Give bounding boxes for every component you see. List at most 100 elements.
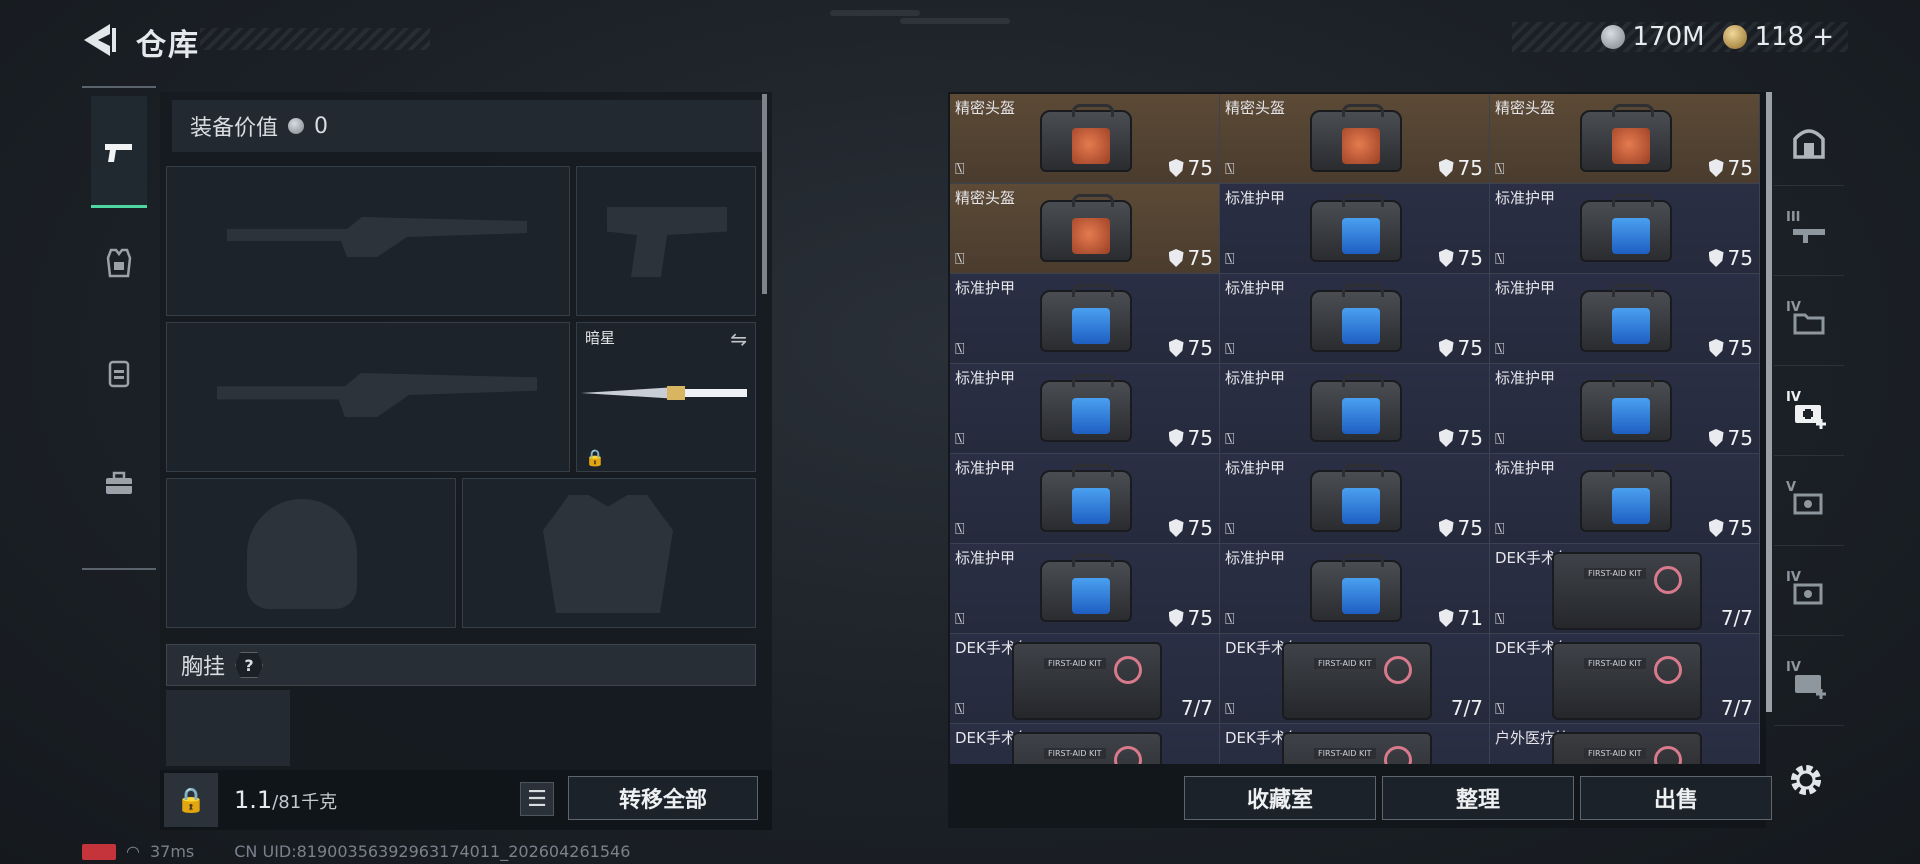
list-view-button[interactable]: ☰	[520, 782, 554, 816]
storage-item-medbox[interactable]: 户外医疗箱	[1490, 724, 1760, 764]
storage-scrollbar[interactable]	[1766, 92, 1772, 712]
durability-value: 75	[1187, 426, 1213, 450]
storage-item-helmet[interactable]: 精密头盔 ⍂ 75	[950, 184, 1220, 274]
storage-item-armor[interactable]: 标准护甲 ⍂ 71	[1220, 544, 1490, 634]
storage-item-armor[interactable]: 标准护甲 ⍂ 75	[950, 544, 1220, 634]
rifle-silhouette-icon	[227, 217, 527, 257]
shield-icon	[1168, 519, 1184, 537]
durability-value: 75	[1727, 516, 1753, 540]
durability: 75	[1708, 156, 1753, 180]
storage-item-armor[interactable]: 标准护甲 ⍂ 75	[1220, 184, 1490, 274]
armor-icon	[1036, 464, 1136, 536]
tab-backpack[interactable]	[91, 318, 147, 428]
silver-coin-icon	[1600, 25, 1625, 49]
storage-item-armor[interactable]: 标准护甲 ⍂ 75	[950, 274, 1220, 364]
storage-item-armor[interactable]: 标准护甲 ⍂ 75	[1490, 364, 1760, 454]
tab-category-ammo[interactable]: V	[1774, 456, 1844, 546]
storage-item-armor[interactable]: 标准护甲 ⍂ 75	[1490, 184, 1760, 274]
durability: 75	[1708, 426, 1753, 450]
durability: 75	[1168, 426, 1213, 450]
storage-item-armor[interactable]: 标准护甲 ⍂ 75	[1220, 274, 1490, 364]
armor-icon	[1036, 284, 1136, 356]
storage-item-armor[interactable]: 标准护甲 ⍂ 75	[950, 454, 1220, 544]
vest-silhouette-icon	[543, 495, 673, 613]
melee-slot[interactable]: 暗星 ⇋ 🔒	[576, 322, 756, 472]
gold-currency[interactable]: 118 +	[1722, 22, 1834, 52]
stack-count: 7/7	[1180, 696, 1213, 720]
armor-icon	[1306, 194, 1406, 266]
gold-add-icon[interactable]: +	[1812, 22, 1834, 52]
equipment-footer: 🔒 1.1/81千克 ☰ 转移全部	[160, 770, 772, 830]
backpack-icon	[108, 360, 130, 388]
storage-item-medkit[interactable]: DEK手术包⍂7/7	[1490, 544, 1760, 634]
storage-item-armor[interactable]: 标准护甲 ⍂ 75	[1220, 454, 1490, 544]
storage-item-armor[interactable]: 标准护甲 ⍂ 75	[1490, 274, 1760, 364]
shield-icon	[1438, 519, 1454, 537]
silver-currency[interactable]: 170M	[1600, 22, 1705, 52]
item-name: 精密头盔	[1225, 99, 1286, 117]
tab-toolbox[interactable]	[91, 428, 147, 538]
storage-item-helmet[interactable]: 精密头盔 ⍂ 75	[1220, 94, 1490, 184]
weight-readout: 1.1/81千克	[234, 786, 337, 814]
tab-category-keys[interactable]: IV	[1774, 546, 1844, 636]
storage-item-armor[interactable]: 标准护甲 ⍂ 75	[1220, 364, 1490, 454]
swap-icon[interactable]: ⇋	[730, 327, 747, 351]
storage-item-helmet[interactable]: 精密头盔 ⍂ 75	[1490, 94, 1760, 184]
surgical-kit-icon	[1552, 552, 1702, 630]
shield-icon	[1438, 339, 1454, 357]
chest-rig-label: 胸挂	[181, 655, 226, 680]
storage-item-armor[interactable]: 标准护甲 ⍂ 75	[1490, 454, 1760, 544]
item-name: 标准护甲	[1225, 189, 1286, 207]
tab-category-all[interactable]	[1774, 96, 1844, 186]
storage-item-medkit[interactable]: DEK手术包	[1220, 724, 1490, 764]
tier-label: IV	[1786, 660, 1801, 675]
primary-weapon-slot[interactable]	[166, 166, 570, 316]
tab-category-supplies[interactable]: IV	[1774, 636, 1844, 726]
shield-icon	[1438, 249, 1454, 267]
transfer-all-button[interactable]: 转移全部	[568, 776, 758, 820]
storage-item-medkit[interactable]: DEK手术包⍂7/7	[950, 634, 1220, 724]
help-button[interactable]: ?	[235, 652, 264, 678]
pistol-slot[interactable]	[576, 166, 756, 316]
shield-icon	[1708, 249, 1724, 267]
storage-item-medkit[interactable]: DEK手术包⍂7/7	[1490, 634, 1760, 724]
collection-room-button[interactable]: 收藏室	[1184, 776, 1376, 820]
chest-rig-slot[interactable]	[166, 690, 290, 766]
pistol-icon	[105, 143, 132, 162]
tab-weapons[interactable]	[91, 96, 147, 208]
item-name: 标准护甲	[1225, 459, 1286, 477]
storage-item-armor[interactable]: 标准护甲 ⍂ 75	[950, 364, 1220, 454]
item-name: 标准护甲	[955, 279, 1016, 297]
armor-icon	[1306, 284, 1406, 356]
durability-value: 75	[1727, 246, 1753, 270]
no-drop-icon: ⍂	[1495, 699, 1505, 718]
tab-category-weapons[interactable]: III	[1774, 186, 1844, 276]
vault-icon	[1793, 128, 1825, 159]
secondary-weapon-slot[interactable]	[166, 322, 570, 472]
tab-armor[interactable]	[91, 208, 147, 318]
durability: 75	[1438, 516, 1483, 540]
storage-item-helmet[interactable]: 精密头盔 ⍂ 75	[950, 94, 1220, 184]
item-name: 标准护甲	[1225, 549, 1286, 567]
durability: 75	[1438, 426, 1483, 450]
equipment-scrollbar[interactable]	[762, 94, 767, 294]
helmet-icon	[1036, 194, 1136, 266]
durability-value: 75	[1457, 426, 1483, 450]
wifi-icon: ◠	[126, 842, 140, 861]
no-drop-icon: ⍂	[1495, 429, 1505, 448]
back-button[interactable]	[80, 22, 120, 58]
organize-button[interactable]: 整理	[1382, 776, 1574, 820]
gear-icon[interactable]	[1786, 760, 1826, 800]
melee-name: 暗星	[585, 329, 616, 347]
sell-button[interactable]: 出售	[1580, 776, 1772, 820]
helmet-slot[interactable]	[166, 478, 456, 628]
surgical-kit-icon	[1282, 642, 1432, 720]
storage-item-medkit[interactable]: DEK手术包⍂7/7	[1220, 634, 1490, 724]
tab-category-medical[interactable]: IV	[1774, 366, 1844, 456]
no-drop-icon: ⍂	[1495, 609, 1505, 628]
durability-value: 75	[1457, 336, 1483, 360]
armor-slot[interactable]	[462, 478, 756, 628]
tab-category-equipment[interactable]: IV	[1774, 276, 1844, 366]
storage-item-medkit[interactable]: DEK手术包	[950, 724, 1220, 764]
lock-button[interactable]: 🔒	[164, 773, 218, 827]
